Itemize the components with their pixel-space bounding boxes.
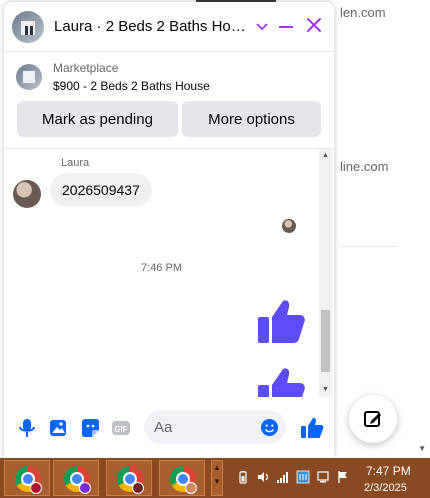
profile-badge [30, 482, 42, 494]
taskbar-scroll-button[interactable]: ▲ ▼ [211, 460, 223, 496]
chat-title[interactable]: Laura · 2 Beds 2 Baths House [54, 18, 250, 35]
profile-badge [185, 482, 197, 494]
scroll-up-arrow[interactable]: ▲ [319, 149, 332, 163]
message-timestamp: 7:46 PM [141, 262, 182, 274]
taskbar-chrome-button[interactable] [106, 460, 152, 496]
background-link-text: line.com [340, 159, 389, 174]
sender-avatar[interactable] [13, 180, 41, 208]
svg-text:GIF: GIF [114, 425, 127, 434]
sticker-icon[interactable] [79, 417, 101, 439]
background-divider [340, 246, 398, 247]
scroll-down-arrow[interactable]: ▼ [319, 383, 332, 397]
taskbar-chrome-button[interactable] [159, 460, 205, 496]
keyboard-language-icon[interactable] [296, 470, 310, 484]
minimize-button[interactable] [279, 26, 293, 28]
chat-header[interactable]: Laura · 2 Beds 2 Baths House [4, 2, 334, 52]
message-scrollbar[interactable]: ▲ ▼ [319, 149, 332, 397]
new-message-button[interactable] [349, 395, 397, 443]
background-link-text: len.com [340, 5, 386, 20]
chat-window: Laura · 2 Beds 2 Baths House Marketplace… [4, 2, 334, 458]
scroll-thumb[interactable] [321, 310, 330, 372]
read-receipt-avatar [282, 219, 296, 233]
taskbar-chrome-button[interactable] [53, 460, 99, 496]
marketplace-listing-card: Marketplace $900 - 2 Beds 2 Baths House … [4, 52, 334, 149]
action-center-flag-icon[interactable] [336, 470, 350, 484]
profile-badge [132, 482, 144, 494]
page-scroll-down-arrow[interactable]: ▼ [418, 444, 426, 453]
system-tray [236, 470, 350, 484]
message-bubble[interactable]: 2026509437 [50, 173, 152, 207]
device-icon[interactable] [316, 470, 330, 484]
listing-thumbnail[interactable] [16, 64, 42, 90]
more-options-button[interactable]: More options [182, 101, 321, 137]
speaker-icon[interactable] [256, 470, 270, 484]
mark-as-pending-button[interactable]: Mark as pending [17, 101, 178, 137]
microphone-icon[interactable] [16, 417, 38, 439]
like-sticker-icon[interactable] [256, 297, 306, 347]
profile-badge [79, 482, 91, 494]
taskbar-chrome-button[interactable] [4, 460, 50, 496]
gif-icon[interactable]: GIF [110, 417, 132, 439]
send-like-icon[interactable] [300, 416, 324, 440]
sender-name: Laura [61, 157, 90, 169]
windows-taskbar: ▲ ▼ 7:47 PM 2/3/2025 [0, 458, 430, 498]
like-sticker-icon[interactable] [256, 365, 306, 397]
clock-time[interactable]: 7:47 PM [366, 464, 411, 478]
message-composer: GIF [4, 397, 334, 458]
battery-icon[interactable] [236, 470, 250, 484]
chevron-down-icon[interactable] [256, 20, 268, 34]
close-icon[interactable] [305, 16, 323, 34]
network-signal-icon[interactable] [276, 470, 290, 484]
clock-date[interactable]: 2/3/2025 [364, 482, 407, 494]
photo-icon[interactable] [47, 417, 69, 439]
listing-title[interactable]: $900 - 2 Beds 2 Baths House [53, 79, 210, 93]
conversation-avatar [12, 10, 44, 43]
message-list: Laura 2026509437 7:46 PM [4, 149, 319, 397]
emoji-icon[interactable] [260, 418, 279, 437]
compose-icon [364, 411, 381, 427]
marketplace-label: Marketplace [53, 61, 119, 75]
